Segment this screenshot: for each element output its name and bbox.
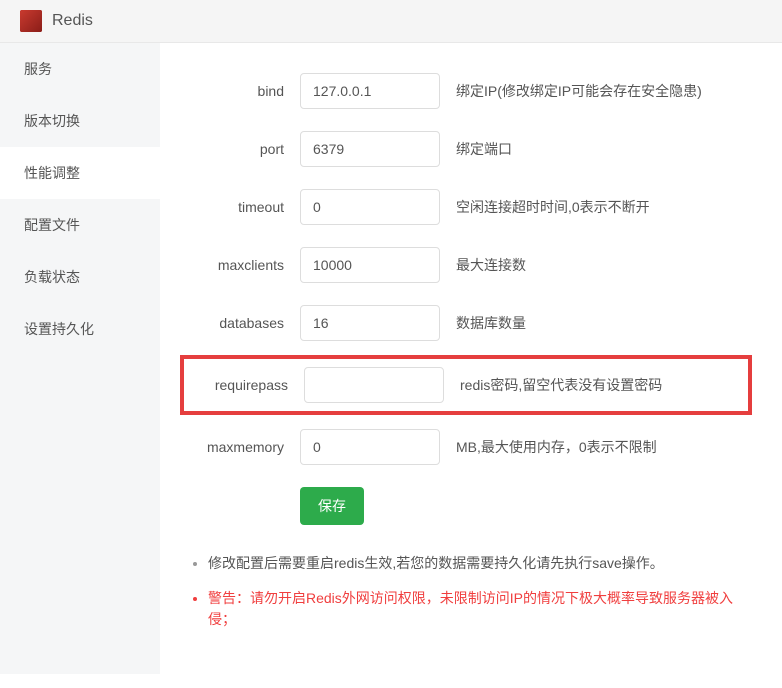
button-row: 保存 bbox=[180, 487, 752, 525]
input-bind[interactable] bbox=[300, 73, 440, 109]
content: bind 绑定IP(修改绑定IP可能会存在安全隐患) port 绑定端口 tim… bbox=[160, 43, 782, 674]
form-row-databases: databases 数据库数量 bbox=[180, 305, 752, 341]
sidebar-item-performance[interactable]: 性能调整 bbox=[0, 147, 160, 199]
hint-port: 绑定端口 bbox=[456, 139, 512, 159]
sidebar-item-label: 设置持久化 bbox=[24, 321, 94, 337]
notes: 修改配置后需要重启redis生效,若您的数据需要持久化请先执行save操作。 警… bbox=[180, 553, 752, 630]
sidebar-item-label: 配置文件 bbox=[24, 217, 80, 233]
hint-databases: 数据库数量 bbox=[456, 313, 526, 333]
input-timeout[interactable] bbox=[300, 189, 440, 225]
label-requirepass: requirepass bbox=[184, 377, 304, 393]
input-databases[interactable] bbox=[300, 305, 440, 341]
sidebar-item-label: 服务 bbox=[24, 61, 52, 77]
input-port[interactable] bbox=[300, 131, 440, 167]
container: 服务 版本切换 性能调整 配置文件 负载状态 设置持久化 bind 绑定IP(修… bbox=[0, 43, 782, 674]
form-row-timeout: timeout 空闲连接超时时间,0表示不断开 bbox=[180, 189, 752, 225]
label-maxmemory: maxmemory bbox=[180, 439, 300, 455]
sidebar-item-label: 性能调整 bbox=[24, 165, 80, 181]
hint-maxclients: 最大连接数 bbox=[456, 255, 526, 275]
note-item: 修改配置后需要重启redis生效,若您的数据需要持久化请先执行save操作。 bbox=[208, 553, 752, 574]
sidebar: 服务 版本切换 性能调整 配置文件 负载状态 设置持久化 bbox=[0, 43, 160, 674]
label-bind: bind bbox=[180, 83, 300, 99]
button-spacer bbox=[180, 487, 300, 525]
hint-requirepass: redis密码,留空代表没有设置密码 bbox=[460, 375, 662, 395]
hint-maxmemory: MB,最大使用内存，0表示不限制 bbox=[456, 437, 657, 457]
sidebar-item-label: 版本切换 bbox=[24, 113, 80, 129]
form-row-bind: bind 绑定IP(修改绑定IP可能会存在安全隐患) bbox=[180, 73, 752, 109]
sidebar-item-config[interactable]: 配置文件 bbox=[0, 199, 160, 251]
header-title: Redis bbox=[52, 12, 93, 30]
form-row-port: port 绑定端口 bbox=[180, 131, 752, 167]
redis-icon bbox=[20, 10, 42, 32]
hint-timeout: 空闲连接超时时间,0表示不断开 bbox=[456, 197, 650, 217]
input-maxclients[interactable] bbox=[300, 247, 440, 283]
note-text: 修改配置后需要重启redis生效,若您的数据需要持久化请先执行save操作。 bbox=[208, 555, 664, 571]
note-warning: 警告：请勿开启Redis外网访问权限，未限制访问IP的情况下极大概率导致服务器被… bbox=[208, 588, 752, 630]
form-row-maxmemory: maxmemory MB,最大使用内存，0表示不限制 bbox=[180, 429, 752, 465]
sidebar-item-load[interactable]: 负载状态 bbox=[0, 251, 160, 303]
sidebar-item-service[interactable]: 服务 bbox=[0, 43, 160, 95]
label-databases: databases bbox=[180, 315, 300, 331]
header: Redis bbox=[0, 0, 782, 43]
label-port: port bbox=[180, 141, 300, 157]
label-timeout: timeout bbox=[180, 199, 300, 215]
label-maxclients: maxclients bbox=[180, 257, 300, 273]
hint-bind: 绑定IP(修改绑定IP可能会存在安全隐患) bbox=[456, 81, 702, 101]
sidebar-item-version[interactable]: 版本切换 bbox=[0, 95, 160, 147]
sidebar-item-label: 负载状态 bbox=[24, 269, 80, 285]
sidebar-item-persistence[interactable]: 设置持久化 bbox=[0, 303, 160, 355]
form-row-maxclients: maxclients 最大连接数 bbox=[180, 247, 752, 283]
form-row-requirepass: requirepass redis密码,留空代表没有设置密码 bbox=[180, 355, 752, 415]
save-button[interactable]: 保存 bbox=[300, 487, 364, 525]
input-maxmemory[interactable] bbox=[300, 429, 440, 465]
warning-text: 警告：请勿开启Redis外网访问权限，未限制访问IP的情况下极大概率导致服务器被… bbox=[208, 590, 733, 627]
input-requirepass[interactable] bbox=[304, 367, 444, 403]
